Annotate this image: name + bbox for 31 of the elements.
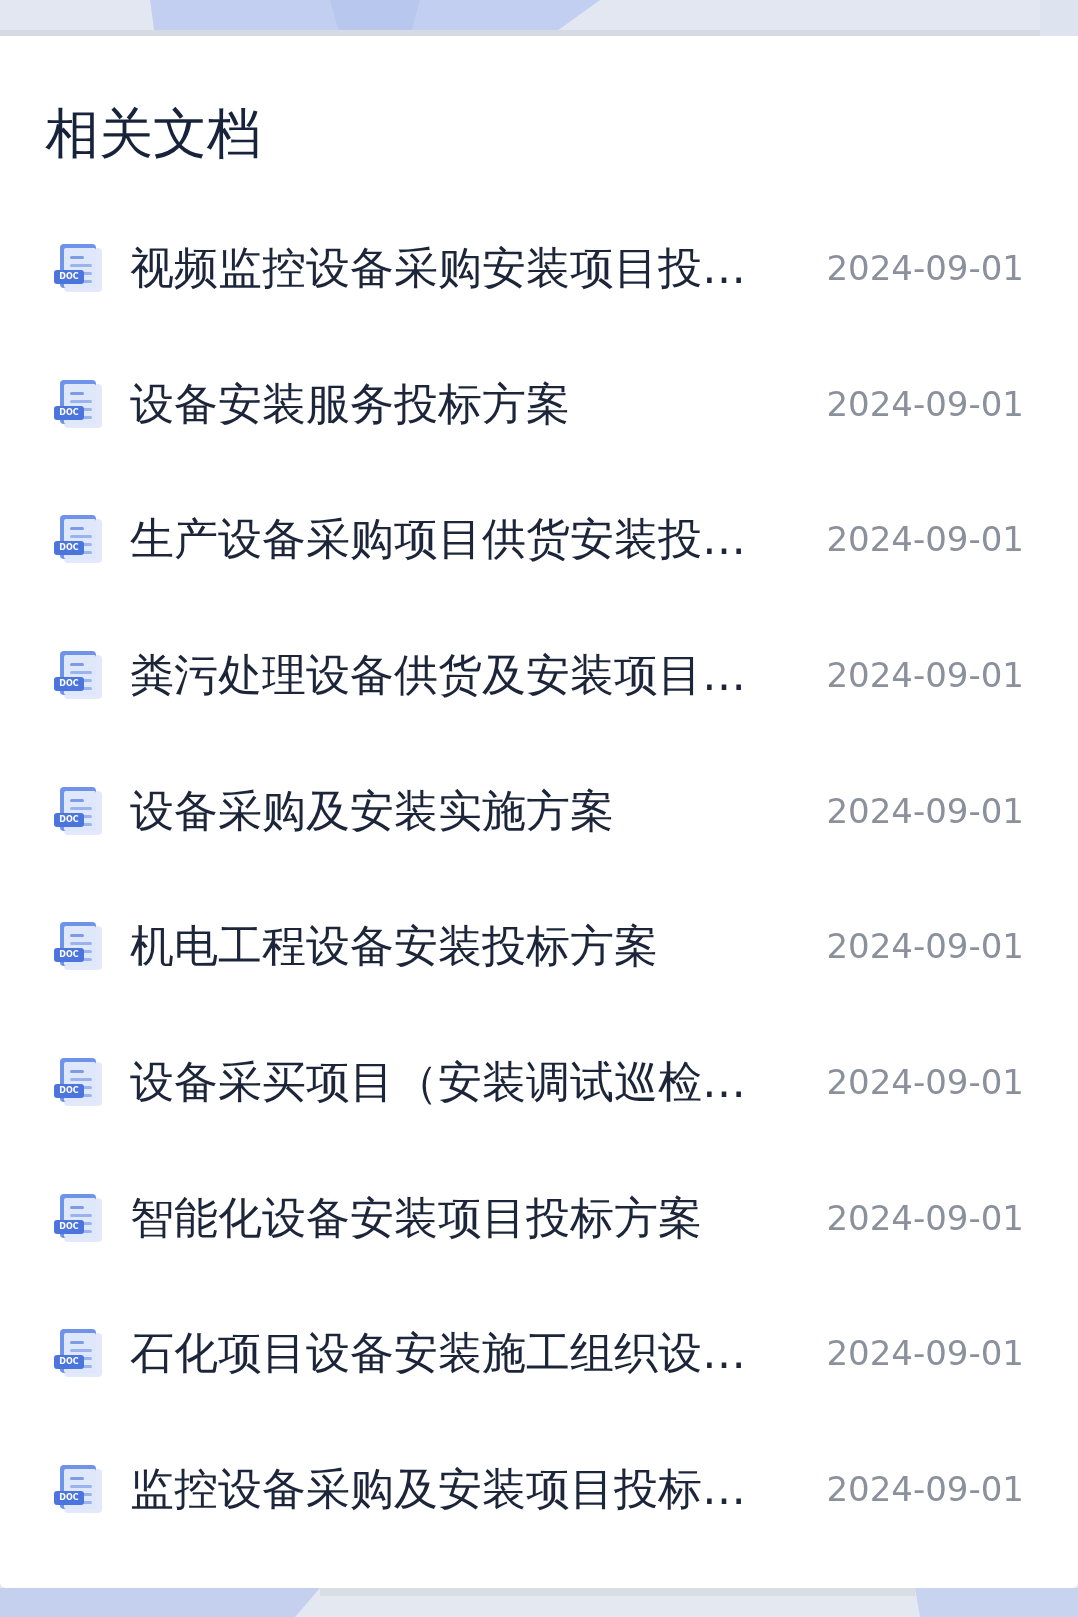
document-date: 2024-09-01 xyxy=(826,926,1024,967)
section-title: 相关文档 xyxy=(45,101,262,167)
document-date: 2024-09-01 xyxy=(826,1061,1024,1102)
document-title: 机电工程设备安装投标方案 xyxy=(130,919,659,974)
document-title: 监控设备采购及安装项目投标… xyxy=(130,1462,747,1517)
document-item[interactable]: DOC 机电工程设备安装投标方案 2024-09-01 xyxy=(0,878,1078,1015)
document-date: 2024-09-01 xyxy=(826,1469,1024,1510)
document-item[interactable]: DOC 设备采买项目（安装调试巡检… 2024-09-01 xyxy=(0,1014,1078,1150)
document-item[interactable]: DOC 粪污处理设备供货及安装项目… 2024-09-01 xyxy=(0,607,1078,743)
document-title: 设备安装服务投标方案 xyxy=(130,376,571,431)
document-item[interactable]: DOC 生产设备采购项目供货安装投… 2024-09-01 xyxy=(0,471,1078,608)
document-item[interactable]: DOC 设备安装服务投标方案 2024-09-01 xyxy=(0,335,1078,472)
document-date: 2024-09-01 xyxy=(826,790,1024,831)
document-title: 视频监控设备采购安装项目投… xyxy=(130,240,747,295)
document-title: 石化项目设备安装施工组织设… xyxy=(130,1326,747,1381)
document-title: 设备采买项目（安装调试巡检… xyxy=(130,1054,747,1109)
document-date: 2024-09-01 xyxy=(826,247,1024,288)
document-date: 2024-09-01 xyxy=(826,1197,1024,1238)
document-date: 2024-09-01 xyxy=(826,654,1024,695)
document-item[interactable]: DOC 石化项目设备安装施工组织设… 2024-09-01 xyxy=(0,1285,1078,1422)
document-title: 生产设备采购项目供货安装投… xyxy=(130,512,747,567)
document-item[interactable]: DOC 视频监控设备采购安装项目投… 2024-09-01 xyxy=(0,200,1078,336)
document-item[interactable]: DOC 监控设备采购及安装项目投标… 2024-09-01 xyxy=(0,1421,1078,1557)
document-title: 设备采购及安装实施方案 xyxy=(130,783,615,838)
document-title: 粪污处理设备供货及安装项目… xyxy=(130,647,747,702)
document-title: 智能化设备安装项目投标方案 xyxy=(130,1190,703,1245)
document-date: 2024-09-01 xyxy=(826,1333,1024,1374)
document-date: 2024-09-01 xyxy=(826,383,1024,424)
document-item[interactable]: DOC 设备采购及安装实施方案 2024-09-01 xyxy=(0,742,1078,879)
document-date: 2024-09-01 xyxy=(826,519,1024,560)
document-item[interactable]: DOC 智能化设备安装项目投标方案 2024-09-01 xyxy=(0,1149,1078,1286)
